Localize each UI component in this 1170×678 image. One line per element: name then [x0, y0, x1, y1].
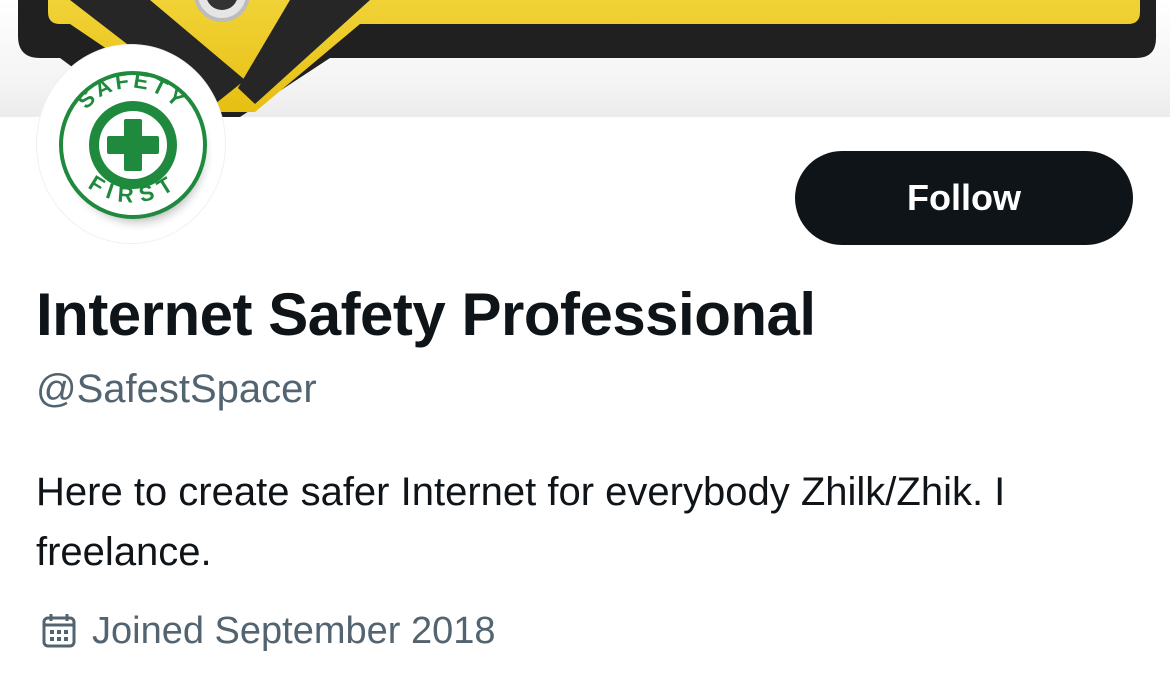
- display-name: Internet Safety Professional: [36, 281, 816, 348]
- follow-button[interactable]: Follow: [795, 151, 1133, 245]
- safety-first-logo: SAFETY FIRST: [59, 68, 215, 233]
- avatar[interactable]: SAFETY FIRST: [36, 44, 226, 244]
- user-handle: @SafestSpacer: [36, 367, 317, 411]
- profile-bio: Here to create safer Internet for everyb…: [36, 470, 1006, 574]
- profile-page: SAFETY FIRST Follow Internet Safety Prof…: [0, 0, 1170, 678]
- join-date: Joined September 2018: [40, 606, 496, 656]
- calendar-icon: [40, 612, 78, 650]
- join-date-text: Joined September 2018: [92, 610, 496, 652]
